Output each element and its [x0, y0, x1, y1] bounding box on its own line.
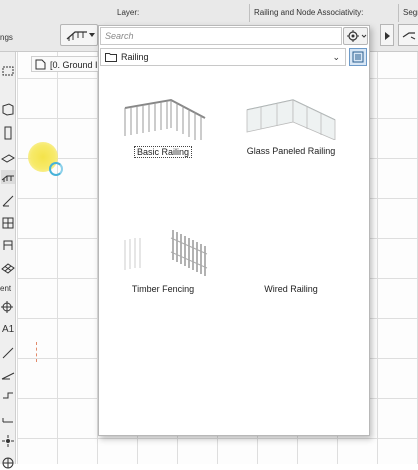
- story-tab[interactable]: [0. Ground I: [31, 56, 103, 72]
- next-button[interactable]: [380, 24, 394, 46]
- wired-railing-thumbnail: [241, 226, 341, 278]
- toolbox: ent A1: [0, 52, 16, 469]
- divider: [398, 4, 399, 22]
- folder-label: Railing: [121, 52, 149, 62]
- basic-railing-thumbnail: [124, 98, 206, 140]
- stair-icon[interactable]: [1, 194, 15, 208]
- story-tab-label: [0. Ground I: [50, 60, 98, 70]
- railing-tool-icon[interactable]: [1, 170, 15, 184]
- item-label: Glass Paneled Railing: [246, 146, 336, 156]
- item-label: Wired Railing: [264, 284, 318, 294]
- layer-label: Layer:: [117, 8, 140, 17]
- divider: [249, 4, 250, 22]
- object-icon[interactable]: [1, 238, 15, 252]
- railing-item-wired[interactable]: Wired Railing: [231, 226, 351, 294]
- search-input[interactable]: Search: [100, 27, 342, 45]
- column-icon[interactable]: [1, 126, 15, 140]
- curtain-wall-icon[interactable]: [1, 216, 15, 230]
- slab-icon[interactable]: [1, 150, 15, 164]
- segment-label: Segn: [403, 8, 418, 17]
- folder-select[interactable]: Railing ⌄: [100, 48, 346, 66]
- toolbox-section-label: ent: [0, 284, 12, 293]
- item-label: Timber Fencing: [131, 284, 195, 294]
- list-view-icon: [352, 51, 364, 63]
- line-icon[interactable]: [1, 346, 15, 360]
- text-tool-label[interactable]: A1: [2, 324, 14, 335]
- chevron-down-icon: [89, 33, 95, 37]
- item-label: Basic Railing: [133, 146, 193, 158]
- settings-button[interactable]: [343, 27, 368, 45]
- glass-railing-thumbnail: [246, 99, 336, 140]
- railing-item-basic[interactable]: Basic Railing: [103, 96, 223, 158]
- railing-associativity-label: Railing and Node Associativity:: [254, 8, 364, 17]
- figure-icon[interactable]: [1, 456, 15, 470]
- railing-tool-icon: [66, 31, 87, 41]
- railing-item-glass-paneled[interactable]: Glass Paneled Railing: [231, 96, 351, 156]
- marquee-icon[interactable]: [1, 64, 15, 78]
- polyline-icon[interactable]: [1, 368, 15, 382]
- segment-icon: [402, 32, 416, 40]
- railing-type-button[interactable]: [60, 24, 98, 46]
- dimension-icon[interactable]: [1, 300, 15, 314]
- gear-icon: [347, 30, 367, 42]
- spline-icon[interactable]: [1, 412, 15, 426]
- dashed-marker: [36, 342, 37, 362]
- folder-icon: [105, 53, 117, 62]
- document-icon: [35, 59, 46, 70]
- segment-button[interactable]: [398, 24, 418, 46]
- railing-item-timber-fencing[interactable]: Timber Fencing: [103, 226, 223, 294]
- wall-icon[interactable]: [1, 102, 15, 116]
- loading-spinner-icon: [49, 162, 63, 176]
- mesh-icon[interactable]: [1, 260, 15, 274]
- settings-label: ngs: [0, 33, 13, 42]
- hotspot-icon[interactable]: [1, 434, 15, 448]
- timber-fencing-thumbnail: [124, 230, 208, 276]
- arc-icon[interactable]: [1, 390, 15, 404]
- chevron-down-icon: ⌄: [332, 52, 340, 62]
- list-view-button[interactable]: [349, 48, 367, 66]
- arrow-right-icon: [385, 32, 390, 40]
